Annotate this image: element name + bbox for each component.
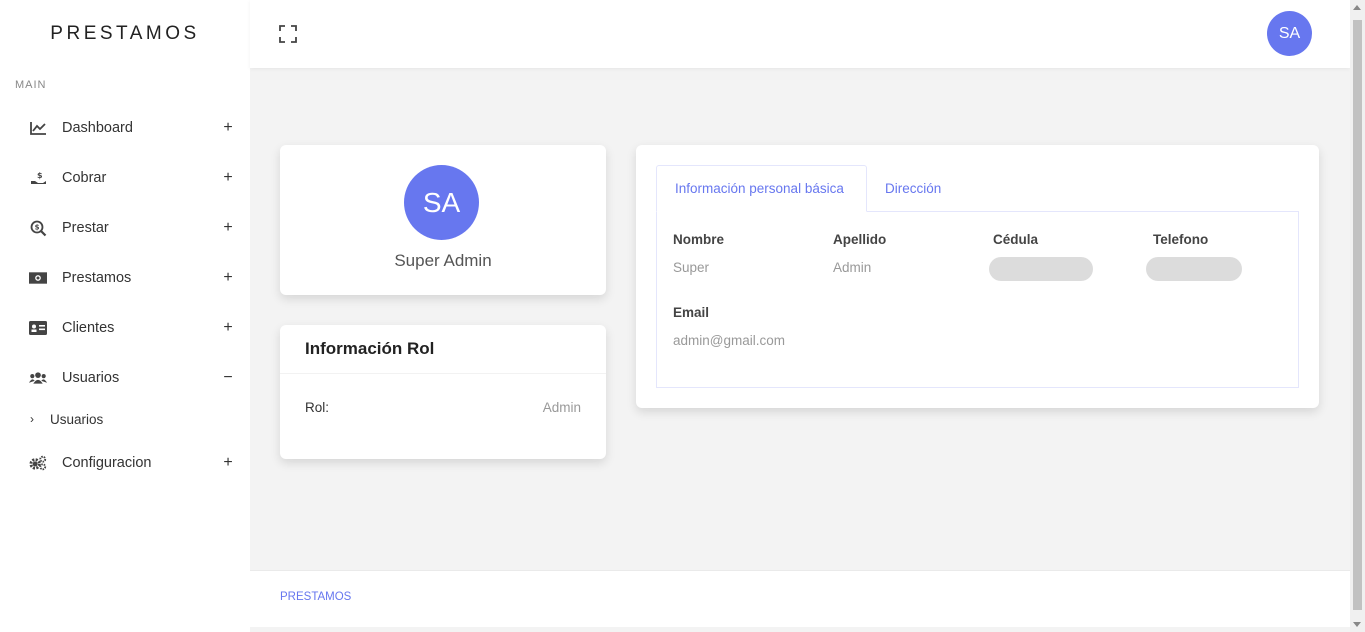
sidebar-item-usuarios[interactable]: Usuarios − xyxy=(0,358,250,398)
sidebar-item-clientes[interactable]: Clientes + xyxy=(0,308,250,348)
tab-informacion-personal[interactable]: Información personal básica xyxy=(656,165,867,212)
sidebar-item-label: Dashboard xyxy=(62,120,133,136)
scroll-down-arrow-icon[interactable] xyxy=(1353,622,1361,627)
nombre-value: Super xyxy=(673,260,710,275)
user-avatar[interactable]: SA xyxy=(1267,11,1312,56)
footer-brand-link[interactable]: PRESTAMOS xyxy=(280,591,351,603)
id-card-icon xyxy=(29,320,47,336)
scroll-up-arrow-icon[interactable] xyxy=(1353,5,1361,10)
profile-card: SA Super Admin xyxy=(280,145,606,295)
footer: PRESTAMOS xyxy=(250,570,1350,627)
submenu-item-usuarios[interactable]: › Usuarios xyxy=(0,406,250,432)
collapse-icon[interactable]: − xyxy=(222,369,234,387)
submenu-item-label: Usuarios xyxy=(50,411,104,427)
chevron-right-icon: › xyxy=(30,412,34,426)
sidebar-item-dashboard[interactable]: Dashboard + xyxy=(0,108,250,148)
sidebar: PRESTAMOS MAIN Dashboard + $ Cobrar + $ … xyxy=(0,0,250,632)
sidebar-item-prestamos[interactable]: Prestamos + xyxy=(0,258,250,298)
sidebar-item-configuracion[interactable]: Configuracion + xyxy=(0,443,250,483)
role-value: Admin xyxy=(542,400,581,415)
apellido-value: Admin xyxy=(833,260,872,275)
telefono-redacted-value xyxy=(1146,257,1242,281)
sidebar-item-label: Prestar xyxy=(62,220,109,236)
cedula-label: Cédula xyxy=(993,232,1039,247)
search-dollar-icon: $ xyxy=(29,220,47,236)
topbar: SA xyxy=(250,0,1350,68)
cogs-icon xyxy=(29,455,47,471)
role-card: Información Rol Rol: Admin xyxy=(280,325,606,459)
menu-section-title: MAIN xyxy=(15,79,47,91)
expand-icon[interactable]: + xyxy=(222,319,234,337)
personal-info-card: Información personal básica Dirección No… xyxy=(636,145,1319,408)
role-card-title: Información Rol xyxy=(305,339,435,358)
chart-line-icon xyxy=(29,120,47,136)
sidebar-item-label: Prestamos xyxy=(62,270,132,286)
expand-icon[interactable]: + xyxy=(222,219,234,237)
cedula-redacted-value xyxy=(989,257,1093,281)
tab-panel: Nombre Super Apellido Admin Cédula Telef… xyxy=(656,211,1299,388)
money-bill-icon xyxy=(29,270,47,286)
email-value: admin@gmail.com xyxy=(673,333,785,348)
tab-direccion[interactable]: Dirección xyxy=(885,165,941,212)
telefono-label: Telefono xyxy=(1153,232,1209,247)
sidebar-item-label: Cobrar xyxy=(62,170,107,186)
apellido-label: Apellido xyxy=(833,232,887,247)
profile-avatar: SA xyxy=(404,165,479,240)
role-label: Rol: xyxy=(305,400,330,415)
fullscreen-icon[interactable] xyxy=(279,25,299,45)
sidebar-item-label: Configuracion xyxy=(62,455,152,471)
email-label: Email xyxy=(673,305,710,320)
svg-text:$: $ xyxy=(34,223,39,231)
expand-icon[interactable]: + xyxy=(222,169,234,187)
sidebar-item-cobrar[interactable]: $ Cobrar + xyxy=(0,158,250,198)
users-icon xyxy=(29,370,47,386)
sidebar-item-label: Clientes xyxy=(62,320,115,336)
role-card-header: Información Rol xyxy=(280,325,606,374)
nombre-label: Nombre xyxy=(673,232,725,247)
expand-icon[interactable]: + xyxy=(222,269,234,287)
svg-text:$: $ xyxy=(37,171,43,180)
expand-icon[interactable]: + xyxy=(222,119,234,137)
expand-icon[interactable]: + xyxy=(222,454,234,472)
scrollbar-thumb[interactable] xyxy=(1353,20,1362,610)
sidebar-item-prestar[interactable]: $ Prestar + xyxy=(0,208,250,248)
hand-holding-dollar-icon: $ xyxy=(29,170,47,186)
brand-logo[interactable]: PRESTAMOS xyxy=(0,0,250,68)
profile-name: Super Admin xyxy=(394,251,492,270)
sidebar-item-label: Usuarios xyxy=(62,370,120,386)
vertical-scrollbar[interactable] xyxy=(1350,0,1365,632)
